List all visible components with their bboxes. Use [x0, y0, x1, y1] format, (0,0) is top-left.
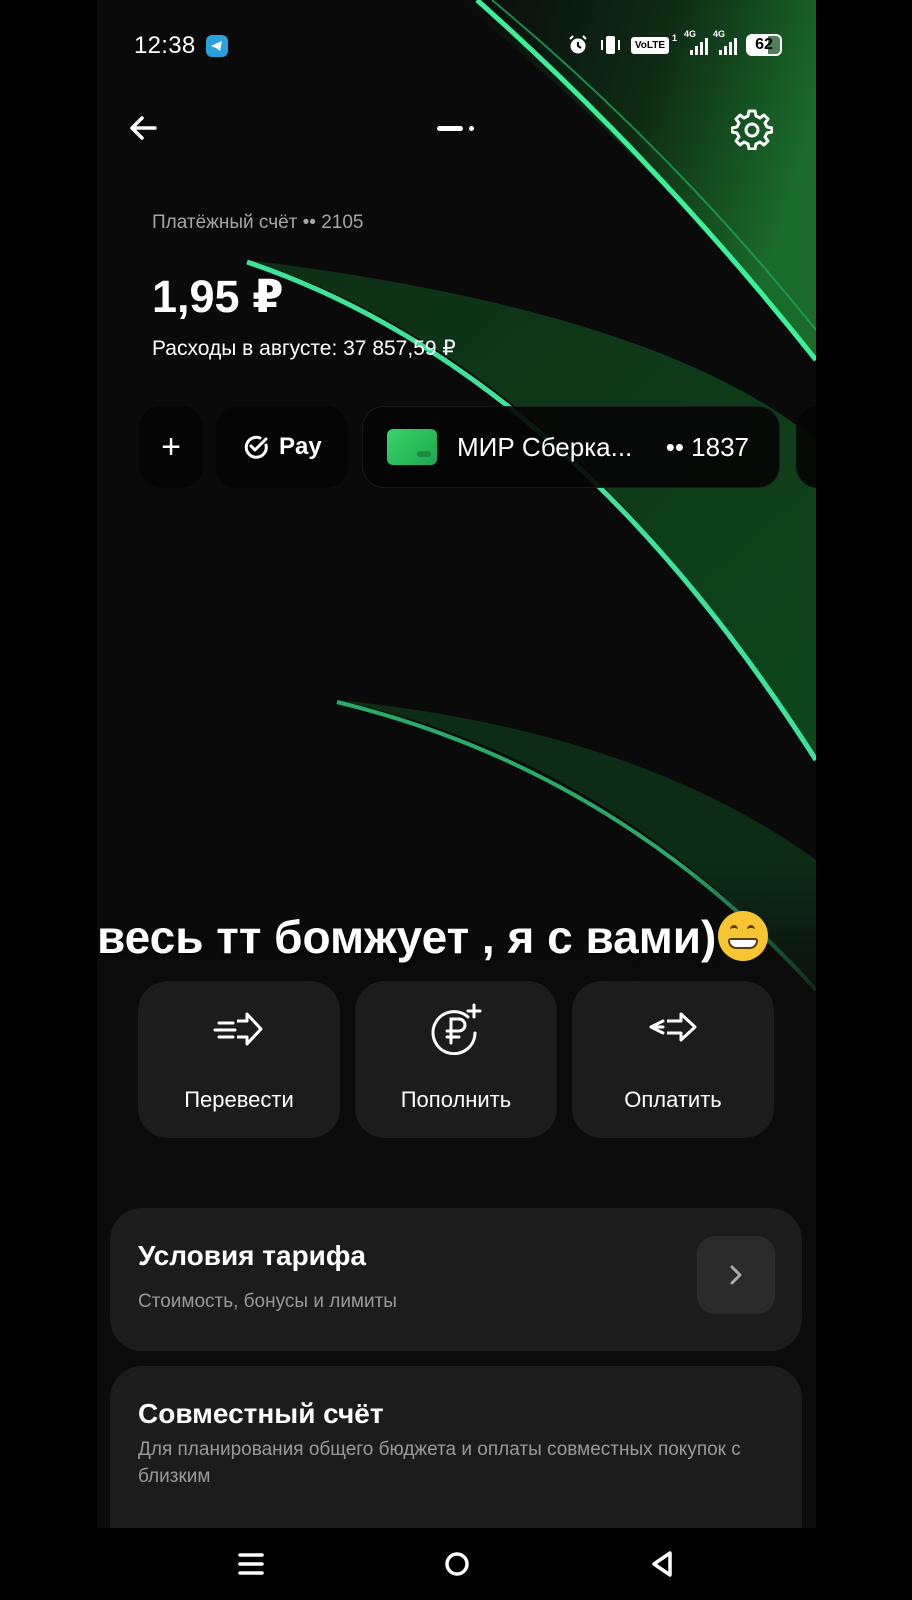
- topup-label: Пополнить: [400, 1087, 512, 1112]
- status-bar: 12:38 VoLTE 1 4G 4G 62: [97, 26, 816, 66]
- volte-icon: VoLTE 1: [630, 33, 677, 54]
- home-circle-icon[interactable]: [439, 1546, 475, 1582]
- add-card-button[interactable]: +: [139, 406, 203, 488]
- tariff-title: Условия тарифа: [138, 1240, 366, 1271]
- network-type-label: 4G: [684, 29, 697, 39]
- monthly-spending[interactable]: Расходы в августе: 37 857,59 ₽: [152, 336, 456, 361]
- topup-button[interactable]: Пополнить: [355, 981, 557, 1138]
- pay-arrows-icon: [649, 1012, 697, 1042]
- next-card-chip[interactable]: [796, 406, 816, 488]
- volte-label: VoLTE: [634, 39, 665, 51]
- vibrate-icon: [600, 36, 620, 54]
- tariff-subtitle: Стоимость, бонусы и лимиты: [138, 1291, 397, 1312]
- status-icons: VoLTE 1 4G 4G 62: [567, 29, 782, 56]
- signal-icon: 4G: [713, 29, 737, 55]
- page-dot: [469, 126, 474, 131]
- card-chip[interactable]: МИР Сберка... •• 1837: [362, 406, 780, 488]
- signal-icon: 4G: [684, 29, 708, 55]
- back-triangle-icon[interactable]: [645, 1546, 681, 1582]
- pay-action-button[interactable]: Оплатить: [572, 981, 774, 1138]
- screen: 12:38 VoLTE 1 4G 4G 62 Платёжный счёт •• …: [0, 0, 912, 1600]
- account-balance: 1,95 ₽: [152, 271, 284, 322]
- system-navigation-bar: [97, 1528, 816, 1600]
- gear-icon[interactable]: [731, 108, 773, 150]
- sim1-index: 1: [671, 32, 677, 43]
- transfer-button[interactable]: Перевести: [138, 981, 340, 1138]
- alarm-icon: [569, 35, 587, 54]
- page-dot-active: [437, 126, 463, 131]
- phone-viewport: 12:38 VoLTE 1 4G 4G 62 Платёжный счёт •• …: [97, 0, 816, 1600]
- pay-label: Pay: [279, 433, 322, 460]
- status-time: 12:38: [134, 32, 196, 59]
- tariff-open-button[interactable]: [697, 1236, 775, 1314]
- menu-icon[interactable]: [233, 1546, 269, 1582]
- tariff-card[interactable]: Условия тарифа Стоимость, бонусы и лимит…: [110, 1208, 802, 1351]
- joint-account-title: Совместный счёт: [138, 1398, 384, 1429]
- page-indicator: [437, 126, 474, 131]
- check-circle-icon: [244, 435, 268, 459]
- overlay-caption: весь тт бомжует , я с вами): [97, 910, 816, 964]
- network-type-label: 4G: [713, 29, 726, 39]
- pay-button[interactable]: Pay: [216, 406, 348, 488]
- plus-icon: +: [161, 427, 181, 466]
- joint-account-subtitle: Для планирования общего бюджета и оплаты…: [138, 1439, 741, 1487]
- card-number: •• 1837: [665, 431, 749, 462]
- telegram-icon: [206, 35, 228, 57]
- chevron-right-icon: [730, 1265, 742, 1285]
- arrow-left-icon[interactable]: [125, 110, 161, 146]
- grinning-emoji-icon: [718, 911, 769, 961]
- overlay-text: весь тт бомжует , я с вами): [97, 911, 717, 963]
- transfer-label: Перевести: [184, 1087, 294, 1112]
- card-name: МИР Сберка...: [457, 431, 633, 462]
- pay-action-label: Оплатить: [624, 1087, 722, 1112]
- ruble-plus-icon: [431, 1003, 482, 1055]
- account-label: Платёжный счёт •• 2105: [152, 212, 364, 233]
- green-wave-background: [97, 0, 816, 1000]
- battery-icon: 62: [746, 34, 782, 56]
- card-icon: [387, 429, 437, 465]
- transfer-icon: [213, 1012, 263, 1046]
- battery-level: 62: [755, 36, 773, 53]
